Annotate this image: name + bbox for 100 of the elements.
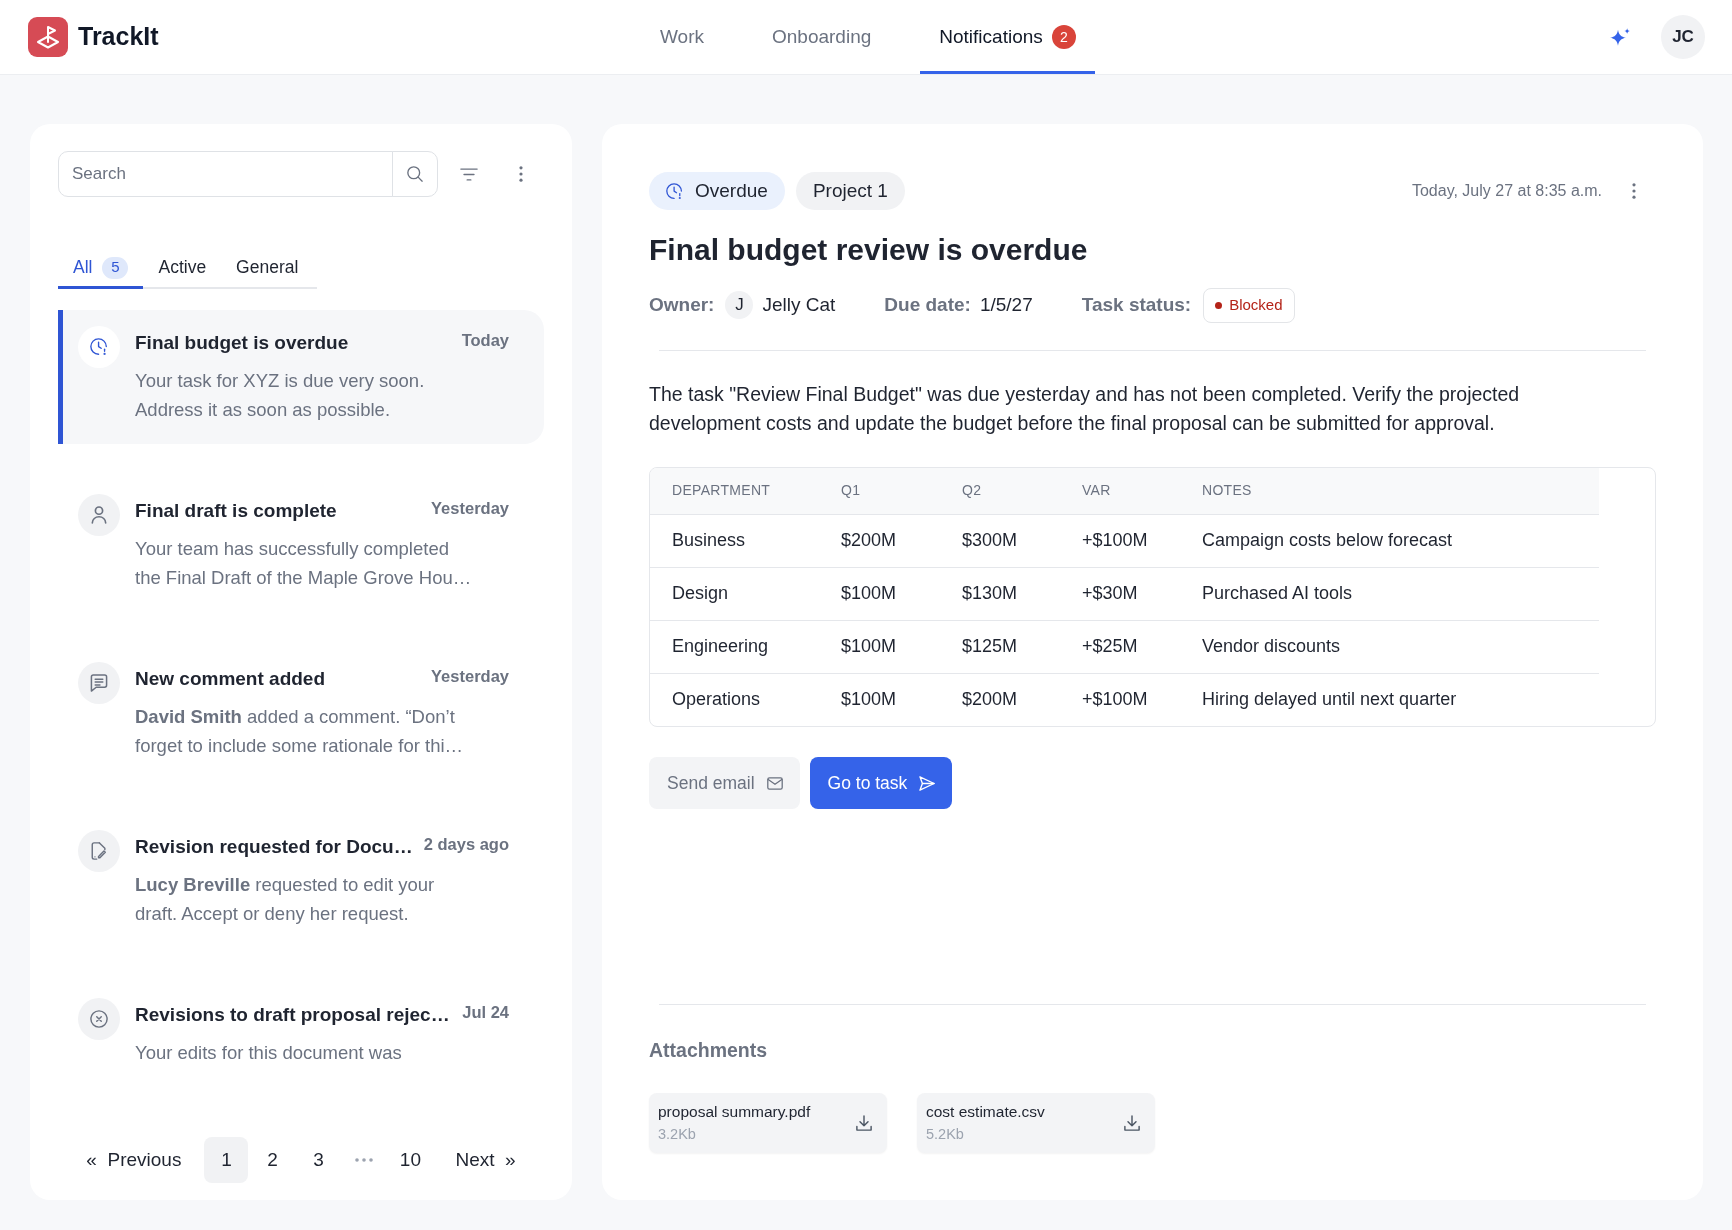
notification-item[interactable]: Revisions to draft proposal rejec… Jul 24 Your edits for this document was (58, 982, 544, 1087)
notification-preview: David Smith added a comment. “Don’t forget to include some rationale for thi… (135, 705, 465, 758)
go-to-task-button[interactable]: Go to task (809, 757, 953, 809)
table-cell: Engineering (650, 620, 841, 673)
due-date-value: 1/5/27 (979, 292, 1033, 317)
notification-count-badge: 2 (1051, 25, 1076, 49)
table-cell: $200M (962, 673, 1082, 726)
person-icon (78, 494, 120, 536)
double-chevron-right-icon: » (505, 1145, 516, 1175)
nav-tab[interactable]: Work (641, 0, 723, 74)
filter-tab[interactable]: All 5 (58, 249, 144, 289)
notification-preview: Lucy Breville requested to edit your draft. Accept or deny her request. (135, 873, 436, 926)
column-header: VAR (1082, 468, 1202, 514)
table-cell: +$30M (1082, 567, 1202, 620)
column-header: Q1 (841, 468, 962, 514)
notification-item[interactable]: Revision requested for Docu… 2 days ago Lucy Breville requested to edit your draft. Accept or deny her request. (58, 814, 544, 948)
search-field[interactable]: Search (58, 151, 393, 197)
table-cell: $100M (841, 673, 962, 726)
user-avatar[interactable]: JC (1661, 15, 1705, 59)
notification-preview: Your task for XYZ is due very soon. Address it as soon as possible. (135, 369, 426, 422)
search-icon (407, 166, 423, 182)
nav-tab[interactable]: Notifications 2 (920, 0, 1095, 74)
page-button[interactable]: 10 (388, 1137, 433, 1183)
file-size: 5.2Kb (926, 1125, 965, 1144)
file-size: 3.2Kb (658, 1125, 697, 1144)
owner-avatar: J (725, 291, 754, 319)
page-button[interactable]: 2 (250, 1137, 295, 1183)
table-cell: Design (650, 567, 841, 620)
column-header: NOTES (1202, 468, 1599, 514)
task-status-label: Task status: (1081, 292, 1192, 317)
notification-item[interactable]: Final budget is overdue Today Your task for XYZ is due very soon. Address it as soon as possible. (58, 310, 544, 444)
ellipsis-icon (355, 1158, 374, 1162)
file-name: proposal summary.pdf (658, 1102, 812, 1122)
clock-icon (666, 182, 683, 200)
notification-time: Yesterday (430, 498, 509, 518)
download-icon[interactable] (856, 1115, 872, 1131)
x-circle-icon (78, 998, 120, 1040)
owner-name: Jelly Cat (762, 292, 836, 317)
timestamp: Today, July 27 at 8:35 a.m. (1411, 181, 1602, 201)
notification-heading: Final budget review is overdue (649, 232, 1089, 268)
attachment-card[interactable]: proposal summary.pdf 3.2Kb (649, 1093, 887, 1153)
notification-time: Jul 24 (461, 1002, 509, 1022)
more-icon[interactable] (519, 166, 523, 182)
next-button[interactable]: Next » (447, 1137, 524, 1183)
nav-tab[interactable]: Onboarding (753, 0, 891, 74)
more-icon[interactable] (1632, 183, 1636, 199)
notification-time: 2 days ago (422, 834, 509, 854)
send-icon (919, 775, 936, 791)
description-text: The task "Review Final Budget" was due yesterday and has not been completed. Verify the projected development costs and update the budget before the final proposal can be submitted for approval. (649, 382, 1521, 436)
notification-preview: Your edits for this document was (135, 1041, 403, 1065)
download-icon[interactable] (1124, 1115, 1140, 1131)
table-cell: Vendor discounts (1202, 620, 1599, 673)
status-dot-icon (1215, 301, 1223, 309)
table-cell: $300M (962, 514, 1082, 567)
column-header: Q2 (962, 468, 1082, 514)
notification-time: Yesterday (430, 666, 509, 686)
table-cell: Operations (650, 673, 841, 726)
notification-title: Revision requested for Docu… (135, 835, 413, 859)
comment-icon (78, 662, 120, 704)
filter-tab[interactable]: General (221, 249, 314, 289)
logo-icon[interactable] (28, 17, 68, 57)
filter-icon[interactable] (460, 167, 478, 181)
table-cell: +$25M (1082, 620, 1202, 673)
table-cell: Campaign costs below forecast (1202, 514, 1599, 567)
table-cell: $125M (962, 620, 1082, 673)
brand-name: TrackIt (78, 21, 159, 53)
attachment-card[interactable]: cost estimate.csv 5.2Kb (917, 1093, 1155, 1153)
notification-item[interactable]: New comment added Yesterday David Smith added a comment. “Don’t forget to include some rationale for thi… (58, 646, 544, 780)
notification-time: Today (460, 330, 509, 350)
double-chevron-left-icon: « (86, 1145, 97, 1175)
sparkle-icon[interactable] (1610, 28, 1630, 46)
mail-icon (766, 776, 783, 790)
table-cell: +$100M (1082, 514, 1202, 567)
send-email-button[interactable]: Send email (649, 757, 800, 809)
notification-title: New comment added (135, 667, 326, 691)
filter-tab[interactable]: Active (143, 249, 222, 289)
table-cell: $130M (962, 567, 1082, 620)
attachments-heading: Attachments (649, 1038, 769, 1062)
notification-preview: Your team has successfully completed the Final Draft of the Maple Grove Hou… (135, 537, 473, 590)
tag-label: Overdue (695, 178, 768, 203)
table-cell: Purchased AI tools (1202, 567, 1599, 620)
table-cell: Business (650, 514, 841, 567)
project-tag: Project 1 (795, 172, 905, 210)
table-cell: $100M (841, 567, 962, 620)
column-header: DEPARTMENT (650, 468, 841, 514)
page-button[interactable]: 1 (204, 1137, 249, 1183)
due-date-label: Due date: (884, 292, 971, 317)
owner-label: Owner: (649, 292, 715, 317)
search-button[interactable] (392, 151, 438, 197)
page-button[interactable]: 3 (296, 1137, 341, 1183)
count-badge: 5 (102, 256, 129, 279)
table-cell: $100M (841, 620, 962, 673)
table-cell: Hiring delayed until next quarter (1202, 673, 1599, 726)
notification-title: Final budget is overdue (135, 331, 349, 355)
notification-item[interactable]: Final draft is complete Yesterday Your team has successfully completed the Final Draft of the Maple Grove Hou… (58, 478, 544, 612)
status-badge: Blocked (1203, 287, 1295, 323)
table-cell: +$100M (1082, 673, 1202, 726)
table-cell: $200M (841, 514, 962, 567)
document-edit-icon (78, 830, 120, 872)
previous-button[interactable]: « Previous (78, 1137, 190, 1183)
